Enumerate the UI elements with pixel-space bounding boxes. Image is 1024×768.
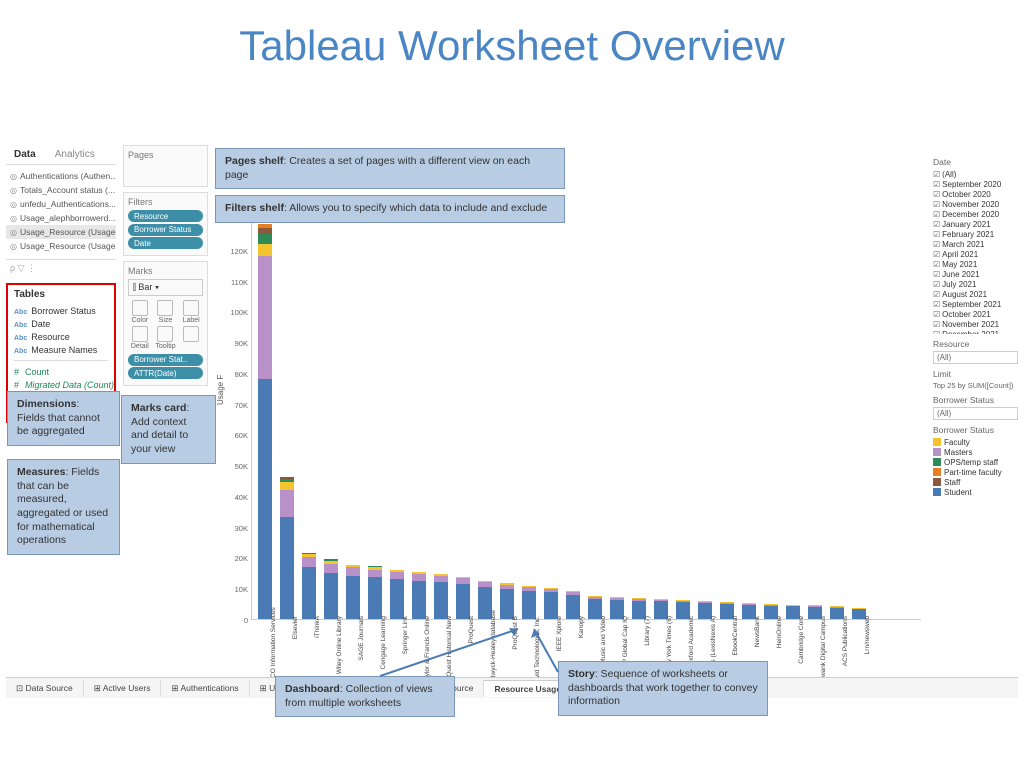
y-tick: 50K (224, 462, 248, 471)
dimension-field[interactable]: Measure Names (14, 343, 108, 356)
shelves-column: Pages Filters Resource Borrower StatusDat… (123, 145, 208, 391)
measure-migrated[interactable]: Migrated Data (Count) (14, 378, 108, 391)
legend-item[interactable]: Masters (933, 447, 1018, 457)
mark-pill[interactable]: Borrower Stat.. (128, 354, 203, 366)
legend-header: Borrower Status (933, 425, 1018, 435)
legend-item[interactable]: Student (933, 487, 1018, 497)
date-checkbox[interactable]: December 2020 (933, 209, 1018, 219)
date-checkbox[interactable]: May 2021 (933, 259, 1018, 269)
data-panel: Data Analytics Authentications (Authen..… (6, 145, 116, 423)
date-checkbox[interactable]: March 2021 (933, 239, 1018, 249)
analytics-tab[interactable]: Analytics (47, 145, 103, 164)
limit-value: Top 25 by SUM([Count]) (933, 381, 1018, 390)
date-checkbox[interactable]: September 2021 (933, 299, 1018, 309)
y-tick: 110K (224, 278, 248, 287)
plot-area: 010K20K30K40K50K60K70K80K90K100K110K120K… (251, 220, 921, 620)
worksheet-tab[interactable]: ⊞ Authentications (161, 680, 249, 697)
resource-dropdown[interactable]: (All) (933, 351, 1018, 364)
date-checkbox[interactable]: October 2020 (933, 189, 1018, 199)
annot-measures: Measures: Fields that can be measured, a… (7, 459, 120, 555)
data-tab[interactable]: Data (6, 145, 44, 164)
worksheet-tab[interactable]: ⊞ Active Users (84, 680, 162, 697)
datasource-item[interactable]: Usage_Resource (Usage... (6, 225, 116, 239)
date-filter-header: Date (933, 157, 1018, 167)
tables-header: Tables (14, 289, 108, 300)
chart-area: 010K20K30K40K50K60K70K80K90K100K110K120K… (221, 220, 923, 620)
mark-pill[interactable]: ATTR(Date) (128, 367, 203, 379)
tab-datasource[interactable]: ⊡ Data Source (6, 680, 84, 697)
right-panel: Date (All)September 2020October 2020Nove… (933, 152, 1018, 497)
y-tick: 60K (224, 431, 248, 440)
y-tick: 80K (224, 370, 248, 379)
marks-header: Marks (128, 266, 203, 276)
datasource-item[interactable]: Usage_Resource (Usage... (6, 239, 116, 253)
date-checkbox[interactable]: December 2021 (933, 329, 1018, 334)
mark-cell[interactable]: Size (154, 300, 178, 324)
marks-card[interactable]: Marks ⫿ Bar ▾ ColorSizeLabel DetailToolti… (123, 261, 208, 386)
legend-item[interactable]: Faculty (933, 437, 1018, 447)
mark-cell[interactable]: Tooltip (154, 326, 178, 350)
y-tick: 0 (224, 616, 248, 625)
date-checkbox[interactable]: November 2020 (933, 199, 1018, 209)
date-checkbox[interactable]: February 2021 (933, 229, 1018, 239)
mark-cell[interactable] (179, 326, 203, 350)
y-tick: 30K (224, 524, 248, 533)
page-title: Tableau Worksheet Overview (0, 0, 1024, 78)
search-input[interactable]: ρ ▽ ⋮ (6, 259, 116, 277)
y-tick: 10K (224, 585, 248, 594)
date-checkbox[interactable]: August 2021 (933, 289, 1018, 299)
y-tick: 20K (224, 554, 248, 563)
filter-pill[interactable]: Resource (128, 210, 203, 222)
dimension-field[interactable]: Date (14, 317, 108, 330)
dimension-field[interactable]: Borrower Status (14, 304, 108, 317)
datasource-item[interactable]: Authentications (Authen... (6, 169, 116, 183)
y-tick: 90K (224, 339, 248, 348)
mark-cell[interactable]: Color (128, 300, 152, 324)
annot-pages: Pages shelf: Creates a set of pages with… (215, 148, 565, 189)
annot-dashboard: Dashboard: Collection of views from mult… (275, 676, 455, 717)
legend-item[interactable]: OPS/temp staff (933, 457, 1018, 467)
mark-cell[interactable]: Detail (128, 326, 152, 350)
legend-item[interactable]: Staff (933, 477, 1018, 487)
date-checkbox[interactable]: April 2021 (933, 249, 1018, 259)
mark-type-select[interactable]: ⫿ Bar ▾ (128, 279, 203, 296)
datasource-list: Authentications (Authen...Totals_Account… (6, 169, 116, 253)
y-tick: 120K (224, 247, 248, 256)
annot-story: Story: Sequence of worksheets or dashboa… (558, 661, 768, 716)
resource-header: Resource (933, 339, 1018, 349)
datasource-item[interactable]: unfedu_Authentications... (6, 197, 116, 211)
filters-shelf-label: Filters (128, 197, 203, 207)
pages-shelf[interactable]: Pages (123, 145, 208, 187)
filter-pill[interactable]: Date (128, 237, 203, 249)
y-tick: 40K (224, 493, 248, 502)
borrower-status-dropdown[interactable]: (All) (933, 407, 1018, 420)
annot-dimensions: Dimensions: Fields that cannot be aggreg… (7, 391, 120, 446)
legend-item[interactable]: Part-time faculty (933, 467, 1018, 477)
date-checkbox[interactable]: January 2021 (933, 219, 1018, 229)
filters-shelf[interactable]: Filters Resource Borrower StatusDate (123, 192, 208, 256)
y-tick: 70K (224, 401, 248, 410)
date-checkbox[interactable]: November 2021 (933, 319, 1018, 329)
y-tick: 100K (224, 308, 248, 317)
date-checkbox[interactable]: September 2020 (933, 179, 1018, 189)
date-checkbox[interactable]: October 2021 (933, 309, 1018, 319)
borrower-status-header: Borrower Status (933, 395, 1018, 405)
datasource-item[interactable]: Totals_Account status (... (6, 183, 116, 197)
pages-shelf-label: Pages (128, 150, 203, 160)
date-checkbox[interactable]: June 2021 (933, 269, 1018, 279)
date-checkbox[interactable]: July 2021 (933, 279, 1018, 289)
annot-filters: Filters shelf: Allows you to specify whi… (215, 195, 565, 223)
worksheet-tabs: ⊡ Data Source ⊞ Active Users⊞ Authentica… (6, 677, 1018, 698)
dimension-field[interactable]: Resource (14, 330, 108, 343)
limit-header: Limit (933, 369, 1018, 379)
date-checkbox[interactable]: (All) (933, 169, 1018, 179)
measure-count[interactable]: Count (14, 365, 108, 378)
annot-marks: Marks card: Add context and detail to yo… (121, 395, 216, 464)
datasource-item[interactable]: Usage_alephborrowerd... (6, 211, 116, 225)
mark-cell[interactable]: Label (179, 300, 203, 324)
filter-pill[interactable]: Borrower Status (128, 224, 203, 236)
